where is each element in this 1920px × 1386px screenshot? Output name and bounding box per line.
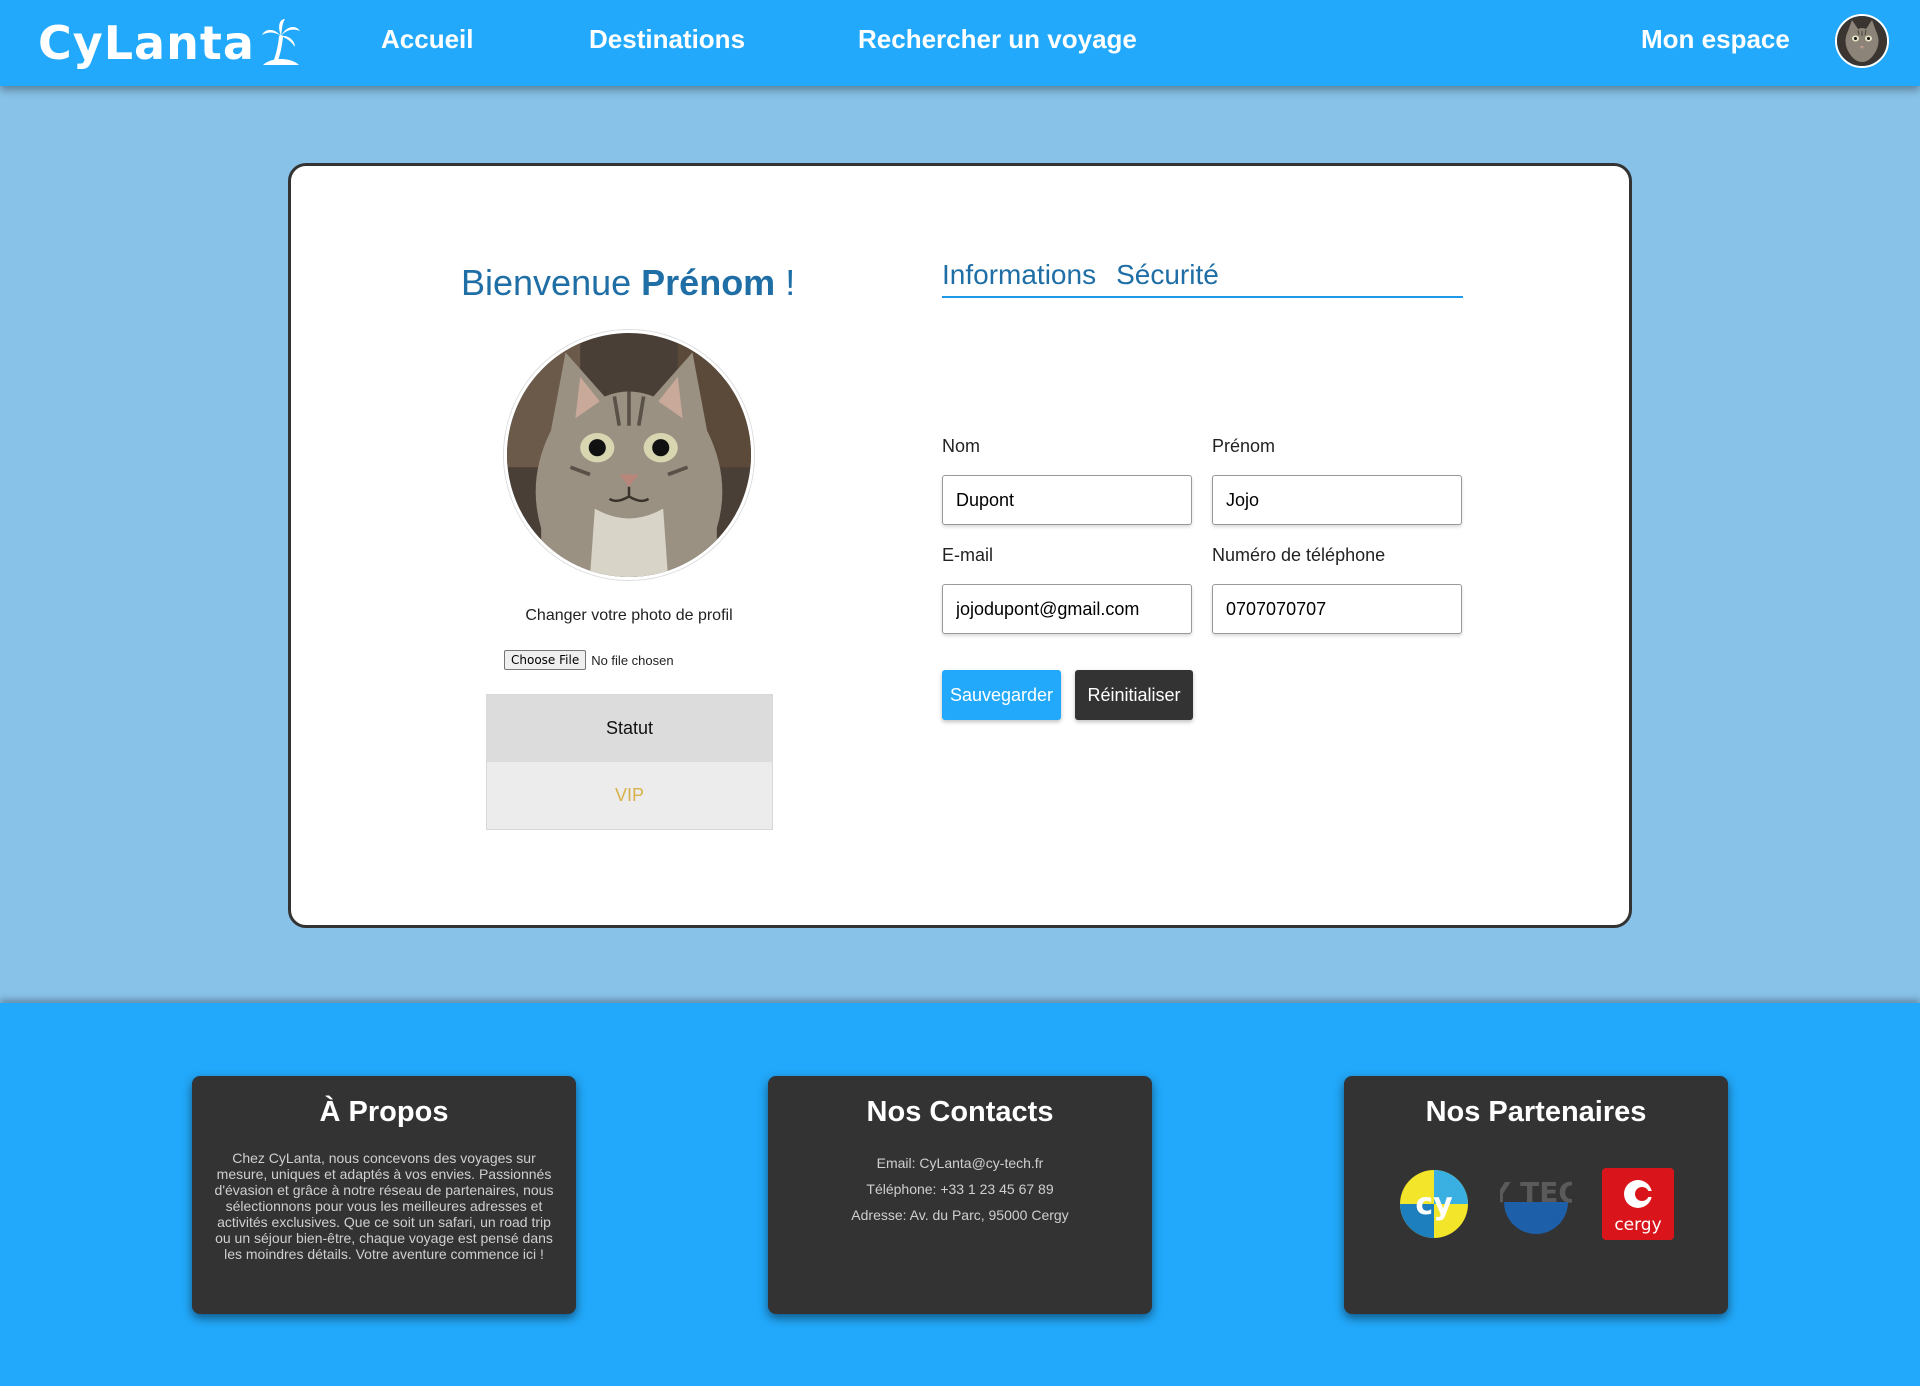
partner-cy[interactable]: cy	[1398, 1168, 1470, 1240]
about-box: À Propos Chez CyLanta, nous concevons de…	[192, 1076, 576, 1314]
save-button[interactable]: Sauvegarder	[942, 670, 1061, 720]
cy-tech-logo-icon: CY TECH	[1470, 1176, 1602, 1234]
status-header: Statut	[487, 695, 772, 762]
palm-tree-icon	[261, 19, 300, 65]
email-input[interactable]	[942, 584, 1192, 634]
partner-cergy-text: cergy	[1614, 1215, 1661, 1235]
contacts-title: Nos Contacts	[866, 1096, 1054, 1128]
phone-label: Numéro de téléphone	[1212, 545, 1386, 565]
email-label: E-mail	[942, 545, 994, 565]
top-navigation-bar: CyLanta Accueil Destinations Rechercher …	[0, 0, 1920, 86]
tab-informations[interactable]: Informations	[942, 259, 1096, 296]
logo-text: CyLanta	[38, 16, 255, 70]
nom-label: Nom	[942, 436, 981, 456]
partner-cy-text: cy	[1415, 1187, 1453, 1222]
nav-accueil[interactable]: Accueil	[381, 24, 474, 55]
reset-button[interactable]: Réinitialiser	[1075, 670, 1193, 720]
about-title: À Propos	[319, 1096, 449, 1128]
profile-tabs: Informations Sécurité	[942, 259, 1463, 298]
profile-card: Bienvenue Prénom ! Changer votre photo d…	[288, 163, 1632, 928]
partners-box: Nos Partenaires cy CY TECH cergy	[1344, 1076, 1728, 1314]
contact-address: Adresse: Av. du Parc, 95000 Cergy	[851, 1207, 1069, 1223]
nav-rechercher-voyage[interactable]: Rechercher un voyage	[858, 24, 1137, 55]
contact-email: Email: CyLanta@cy-tech.fr	[876, 1155, 1044, 1171]
status-value: VIP	[487, 762, 772, 829]
site-footer: À Propos Chez CyLanta, nous concevons de…	[0, 1003, 1920, 1386]
contact-list: Email: CyLanta@cy-tech.fr Téléphone: +33…	[768, 1150, 1152, 1228]
choose-file-button[interactable]: Choose File	[504, 650, 587, 670]
welcome-name: Prénom	[641, 262, 776, 303]
nav-mon-espace[interactable]: Mon espace	[1641, 24, 1790, 55]
partners-title: Nos Partenaires	[1425, 1096, 1647, 1128]
cy-logo-icon: cy	[1400, 1170, 1468, 1238]
about-text: Chez CyLanta, nous concevons des voyages…	[214, 1150, 554, 1262]
phone-input[interactable]	[1212, 584, 1462, 634]
welcome-heading: Bienvenue Prénom !	[461, 262, 795, 304]
nom-input[interactable]	[942, 475, 1192, 525]
prenom-input[interactable]	[1212, 475, 1462, 525]
welcome-prefix: Bienvenue	[461, 262, 632, 303]
prenom-label: Prénom	[1212, 436, 1276, 456]
status-table: Statut VIP	[486, 694, 773, 830]
user-avatar[interactable]	[1835, 14, 1889, 68]
contacts-box: Nos Contacts Email: CyLanta@cy-tech.fr T…	[768, 1076, 1152, 1314]
partner-cy-tech[interactable]: CY TECH	[1470, 1168, 1602, 1240]
partner-cergy[interactable]: cergy	[1602, 1168, 1674, 1240]
cat-avatar-icon	[1837, 16, 1887, 66]
tab-securite[interactable]: Sécurité	[1116, 259, 1219, 296]
change-photo-label: Changer votre photo de profil	[525, 607, 733, 624]
profile-photo	[504, 330, 754, 580]
cat-photo-icon	[507, 333, 751, 577]
site-logo[interactable]: CyLanta	[38, 14, 301, 72]
file-upload: Choose File No file chosen	[504, 650, 674, 670]
nav-destinations[interactable]: Destinations	[589, 24, 745, 55]
file-status-text: No file chosen	[591, 652, 674, 668]
cergy-logo-icon: cergy	[1602, 1168, 1674, 1240]
partner-cy-tech-text: CY TECH	[1500, 1176, 1572, 1209]
contact-phone: Téléphone: +33 1 23 45 67 89	[866, 1181, 1054, 1197]
welcome-suffix: !	[785, 262, 796, 303]
